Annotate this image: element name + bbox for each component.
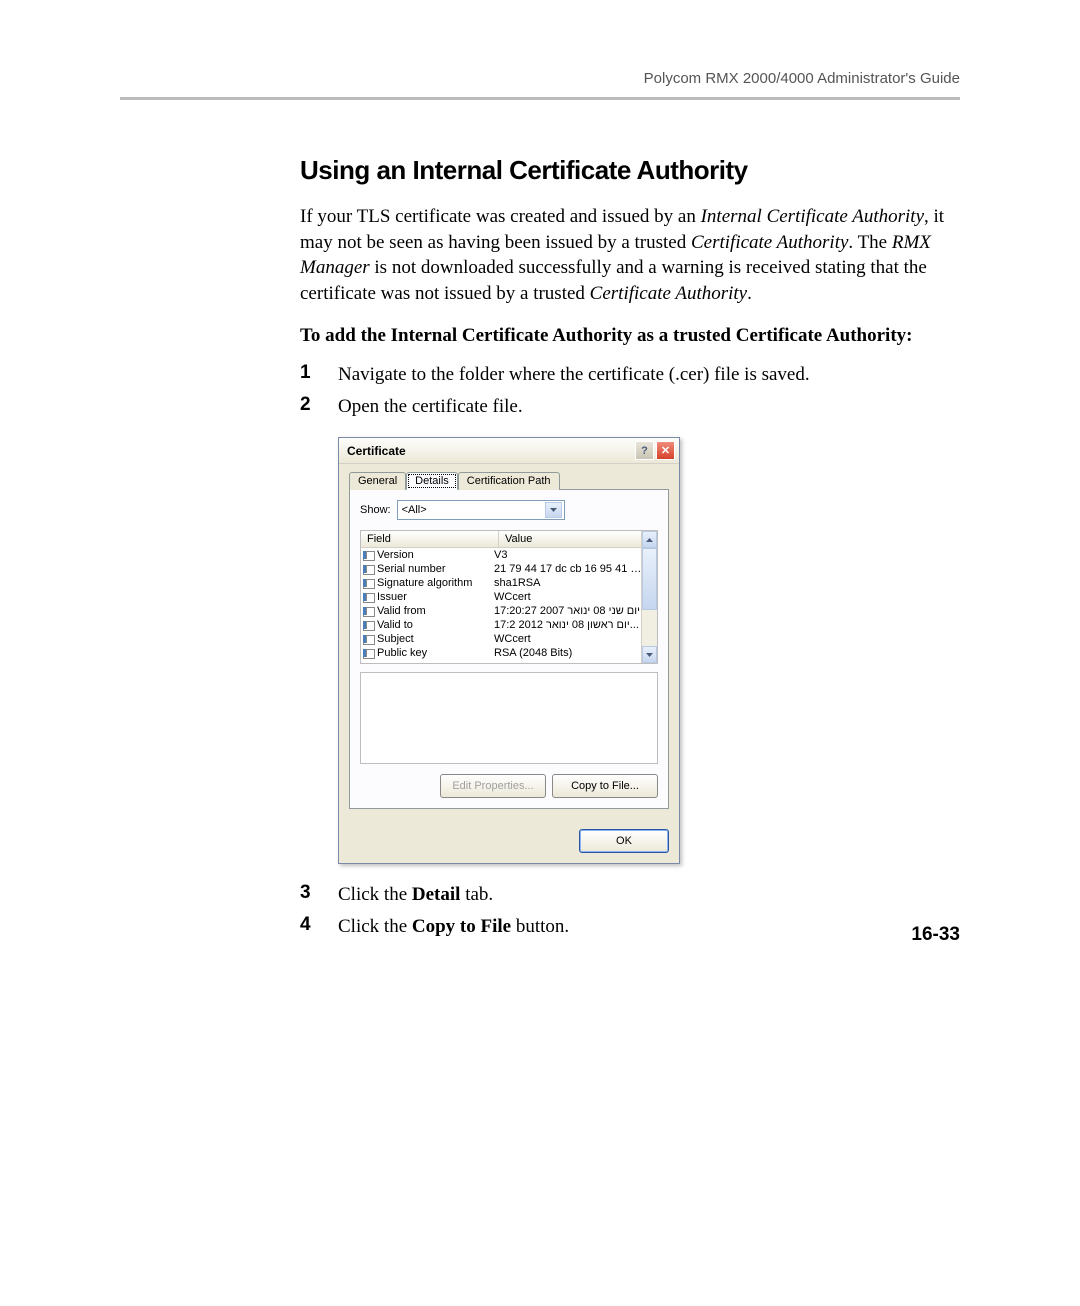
tab-certpath[interactable]: Certification Path [458,472,560,490]
step-2: 2 Open the certificate file. [300,394,960,420]
cert-field-icon [361,562,375,576]
ok-button[interactable]: OK [579,829,669,853]
table-row[interactable]: Serial number21 79 44 17 dc cb 16 95 41 … [361,562,642,576]
step-4-pre: Click the [338,916,412,937]
field-value: RSA (2048 Bits) [488,646,642,660]
show-select-value: <All> [402,504,427,516]
table-row[interactable]: Public keyRSA (2048 Bits) [361,646,642,660]
step-2-text: Open the certificate file. [338,394,523,420]
step-3-num: 3 [300,882,338,908]
p1e: . The [848,232,891,253]
page-number: 16-33 [911,924,960,946]
field-name: Version [375,548,488,562]
chevron-down-icon [545,502,562,518]
copy-to-file-button[interactable]: Copy to File... [552,774,658,798]
question-icon: ? [641,445,648,457]
header-rule [120,97,960,100]
tab-details[interactable]: Details [406,472,458,490]
tab-strip: General Details Certification Path [349,472,669,490]
step-4-bold: Copy to File [412,916,511,937]
step-4-post: button. [511,916,569,937]
intro-paragraph: If your TLS certificate was created and … [300,204,960,307]
edit-properties-button: Edit Properties... [440,774,546,798]
cert-field-icon [361,646,375,660]
field-name: Valid to [375,618,488,632]
field-value: WCcert [488,590,642,604]
column-field[interactable]: Field [361,531,499,547]
step-2-num: 2 [300,394,338,420]
field-name: Signature algorithm [375,576,488,590]
field-name: Serial number [375,562,488,576]
scroll-track[interactable] [642,610,657,646]
dialog-titlebar[interactable]: Certificate ? ✕ [339,438,679,464]
field-detail-box [360,672,658,764]
p1b: Internal Certificate Authority [701,206,924,227]
step-3: 3 Click the Detail tab. [300,882,960,908]
p1d: Certificate Authority [691,232,848,253]
field-name: Subject [375,632,488,646]
lead-in: To add the Internal Certificate Authorit… [300,323,960,349]
field-value: יום ראשון 08 ינואר 2012 17:2... [488,618,642,632]
field-value: WCcert [488,632,642,646]
table-row[interactable]: IssuerWCcert [361,590,642,604]
cert-field-icon [361,618,375,632]
field-value: V3 [488,548,642,562]
cert-field-icon [361,590,375,604]
field-value: 21 79 44 17 dc cb 16 95 41 e6... [488,562,642,576]
vertical-scrollbar[interactable] [641,531,657,663]
step-3-post: tab. [460,884,493,905]
table-row[interactable]: VersionV3 [361,548,642,562]
section-title: Using an Internal Certificate Authority [300,155,960,186]
column-value[interactable]: Value [499,531,642,547]
cert-field-icon [361,576,375,590]
cert-field-icon [361,604,375,618]
table-row[interactable]: Signature algorithmsha1RSA [361,576,642,590]
tab-general[interactable]: General [349,472,406,490]
field-list[interactable]: Field Value VersionV3Serial number21 79 … [360,530,658,664]
p1i: . [747,283,752,304]
field-list-header: Field Value [361,531,642,548]
step-4-num: 4 [300,914,338,940]
scroll-thumb[interactable] [642,548,657,610]
table-row[interactable]: SubjectWCcert [361,632,642,646]
close-icon: ✕ [661,444,670,457]
scroll-down-icon[interactable] [642,646,657,663]
show-label: Show: [360,504,391,516]
step-3-text: Click the Detail tab. [338,882,493,908]
p1h: Certificate Authority [590,283,747,304]
step-3-bold: Detail [412,884,461,905]
field-name: Valid from [375,604,488,618]
tab-panel-details: Show: <All> Field [349,489,669,809]
p1a: If your TLS certificate was created and … [300,206,701,227]
dialog-title: Certificate [347,444,633,458]
field-value: יום שני 08 ינואר 2007 17:20:27 [488,604,642,618]
field-name: Public key [375,646,488,660]
scroll-up-icon[interactable] [642,531,657,548]
show-select[interactable]: <All> [397,500,565,520]
table-row[interactable]: Valid toיום ראשון 08 ינואר 2012 17:2... [361,618,642,632]
certificate-dialog: Certificate ? ✕ General Details Certific… [338,437,680,864]
step-3-pre: Click the [338,884,412,905]
cert-field-icon [361,548,375,562]
step-4-text: Click the Copy to File button. [338,914,569,940]
field-name: Issuer [375,590,488,604]
step-1-text: Navigate to the folder where the certifi… [338,362,810,388]
step-1-num: 1 [300,362,338,388]
step-1: 1 Navigate to the folder where the certi… [300,362,960,388]
step-4: 4 Click the Copy to File button. [300,914,960,940]
cert-field-icon [361,632,375,646]
close-button[interactable]: ✕ [656,441,675,460]
table-row[interactable]: Valid fromיום שני 08 ינואר 2007 17:20:27 [361,604,642,618]
field-value: sha1RSA [488,576,642,590]
help-button[interactable]: ? [635,441,654,460]
header-guide-title: Polycom RMX 2000/4000 Administrator's Gu… [120,70,960,87]
